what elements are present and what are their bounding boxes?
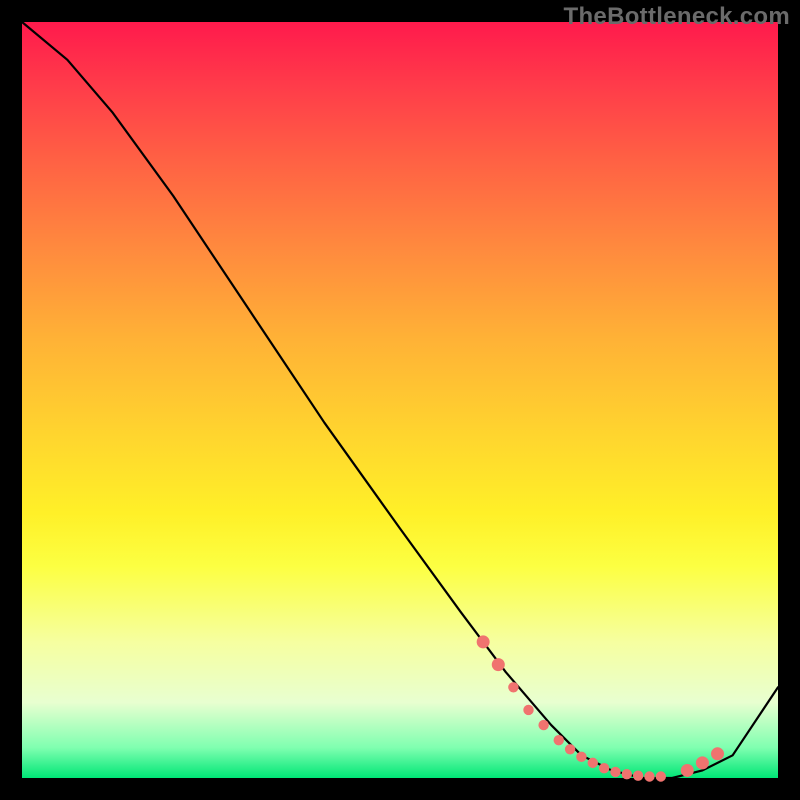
highlight-dot — [610, 767, 620, 777]
highlight-dot — [656, 771, 666, 781]
gradient-plot-area — [22, 22, 778, 778]
highlight-dot — [622, 769, 632, 779]
highlight-dot — [681, 764, 694, 777]
chart-frame: TheBottleneck.com — [0, 0, 800, 800]
highlight-dot — [696, 756, 709, 769]
highlight-dot — [554, 735, 564, 745]
highlight-dot — [508, 682, 518, 692]
highlight-dot — [599, 763, 609, 773]
highlight-marker-group — [477, 635, 724, 781]
highlight-dot — [588, 758, 598, 768]
highlight-dot — [711, 747, 724, 760]
watermark-text: TheBottleneck.com — [564, 3, 790, 31]
highlight-dot — [565, 744, 575, 754]
curve-svg — [22, 22, 778, 778]
highlight-dot — [633, 771, 643, 781]
highlight-dot — [523, 705, 533, 715]
highlight-dot — [576, 752, 586, 762]
bottleneck-curve-line — [22, 22, 778, 778]
highlight-dot — [477, 635, 490, 648]
highlight-dot — [538, 720, 548, 730]
highlight-dot — [492, 658, 505, 671]
highlight-dot — [644, 771, 654, 781]
